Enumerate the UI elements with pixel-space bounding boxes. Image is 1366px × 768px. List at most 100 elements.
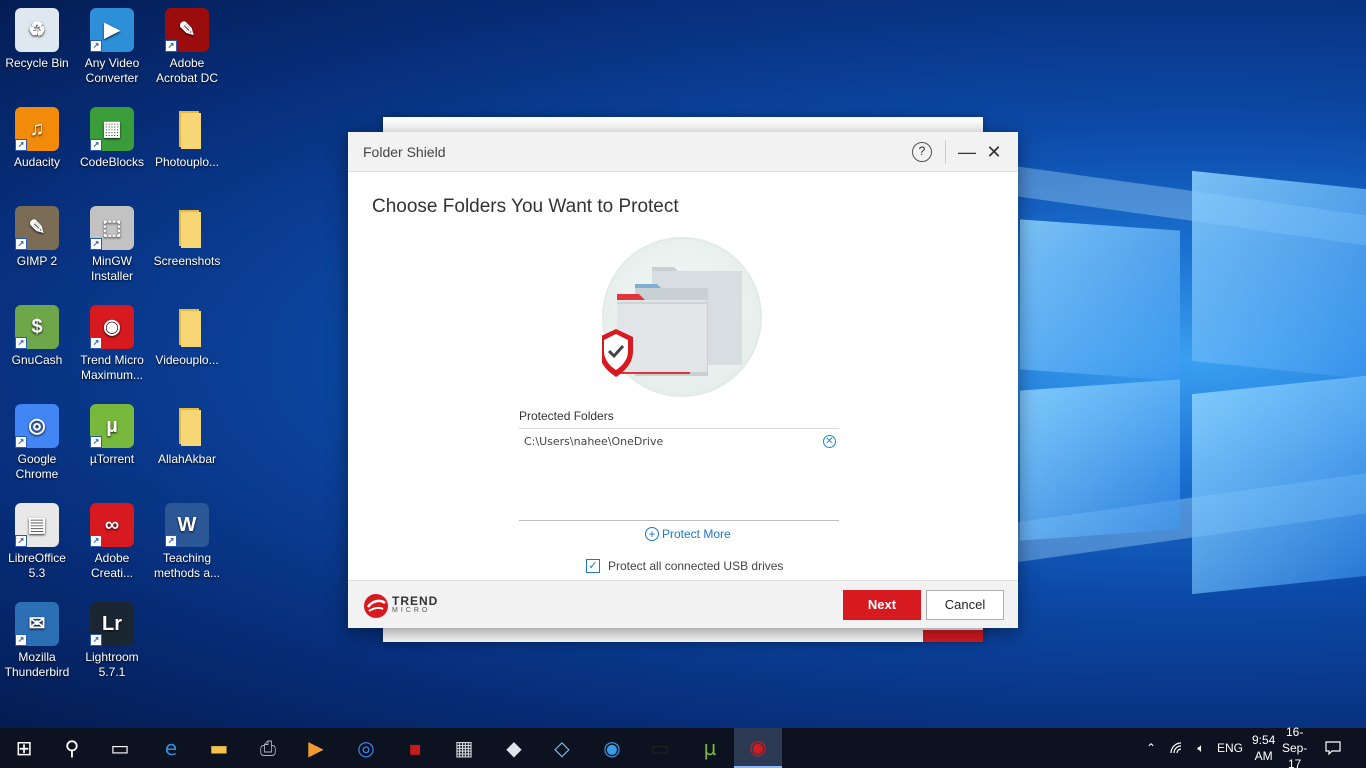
recycle-bin-icon: ♻ bbox=[15, 8, 59, 52]
any-video-converter-icon: ▶ ↗ bbox=[90, 8, 134, 52]
gimp-icon: ✎ ↗ bbox=[15, 206, 59, 250]
desktop-icon[interactable]: ◉ ↗ Trend Micro Maximum... bbox=[75, 305, 149, 383]
taskbar-task-view-button[interactable]: ▭ bbox=[96, 728, 144, 768]
next-button[interactable]: Next bbox=[843, 590, 921, 620]
taskbar-internet-app-button[interactable]: ◉ bbox=[588, 728, 636, 768]
task-view-icon: ▭ bbox=[110, 736, 130, 760]
desktop-icon-label: MinGW Installer bbox=[90, 254, 134, 283]
taskbar-paint-app-button[interactable]: ◆ bbox=[490, 728, 538, 768]
taskbar-chrome-button[interactable]: ◎ bbox=[342, 728, 390, 768]
desktop-icon-label: µTorrent bbox=[89, 452, 135, 466]
taskbar-calculator-button[interactable]: ▦ bbox=[440, 728, 488, 768]
help-icon[interactable]: ? bbox=[912, 142, 932, 162]
adobe-creative-cloud-icon: ∞ ↗ bbox=[90, 503, 134, 547]
trend-micro-logo-icon bbox=[364, 594, 388, 618]
clock[interactable]: 9:54 AM 16-Sep-17 bbox=[1250, 725, 1312, 768]
folder-icon bbox=[165, 107, 209, 151]
logo-text-trend: TREND bbox=[392, 594, 439, 608]
taskbar-notepad-app-button[interactable]: ◇ bbox=[538, 728, 586, 768]
desktop-icon[interactable]: ✎ ↗ GIMP 2 bbox=[0, 206, 74, 269]
desktop-icon-label: Videouplo... bbox=[155, 353, 219, 367]
desktop-icon-label: Adobe Acrobat DC bbox=[155, 56, 219, 85]
taskbar-file-explorer-button[interactable]: ▬ bbox=[195, 728, 243, 768]
desktop-icon[interactable]: ∞ ↗ Adobe Creati... bbox=[75, 503, 149, 581]
desktop-icon-label: LibreOffice 5.3 bbox=[8, 551, 66, 580]
paint-app-icon: ◆ bbox=[506, 736, 522, 760]
desktop-icon[interactable]: ♻ Recycle Bin bbox=[0, 8, 74, 71]
remove-folder-icon[interactable]: ✕ bbox=[823, 435, 836, 448]
wifi-icon[interactable] bbox=[1166, 728, 1188, 768]
taskbar-start-button[interactable]: ⊞ bbox=[0, 728, 48, 768]
word-document-icon: W ↗ bbox=[165, 503, 209, 547]
desktop-icon[interactable]: Screenshots bbox=[150, 206, 224, 269]
desktop-icon[interactable]: ♫ ↗ Audacity bbox=[0, 107, 74, 170]
shortcut-arrow-icon: ↗ bbox=[90, 40, 102, 52]
desktop-icon[interactable]: ▶ ↗ Any Video Converter bbox=[75, 8, 149, 86]
cancel-button[interactable]: Cancel bbox=[926, 590, 1004, 620]
file-explorer-icon: ▬ bbox=[209, 736, 229, 760]
desktop-icon[interactable]: $ ↗ GnuCash bbox=[0, 305, 74, 368]
codeblocks-icon: ▦ ↗ bbox=[90, 107, 134, 151]
taskbar-utorrent-button[interactable]: µ bbox=[686, 728, 734, 768]
clock-date: 16-Sep-17 bbox=[1281, 725, 1308, 768]
desktop-icon-label: Screenshots bbox=[153, 254, 221, 268]
desktop-icon[interactable]: ◎ ↗ Google Chrome bbox=[0, 404, 74, 482]
chrome-icon: ◎ bbox=[357, 736, 375, 760]
desktop-icon-label: Teaching methods a... bbox=[153, 551, 221, 580]
notification-icon[interactable] bbox=[1318, 728, 1348, 768]
taskbar-search-button[interactable]: ⚲ bbox=[48, 728, 96, 768]
close-button[interactable]: ✕ bbox=[984, 140, 1004, 164]
desktop-icon[interactable]: µ ↗ µTorrent bbox=[75, 404, 149, 467]
trend-micro-icon: ◉ bbox=[749, 735, 767, 759]
volume-icon[interactable]: 🔈︎ bbox=[1190, 728, 1212, 768]
taskbar-command-prompt-button[interactable]: ▭ bbox=[636, 728, 684, 768]
utorrent-icon: µ ↗ bbox=[90, 404, 134, 448]
chrome-icon: ◎ ↗ bbox=[15, 404, 59, 448]
dialog-title: Folder Shield bbox=[363, 144, 446, 160]
shortcut-arrow-icon: ↗ bbox=[165, 535, 177, 547]
shortcut-arrow-icon: ↗ bbox=[90, 634, 102, 646]
taskbar-edge-button[interactable]: e bbox=[147, 728, 195, 768]
trend-micro-icon: ◉ ↗ bbox=[90, 305, 134, 349]
calculator-icon: ▦ bbox=[454, 736, 474, 760]
media-player-icon: ▶ bbox=[308, 736, 324, 760]
project-app-icon: ▪ bbox=[408, 736, 422, 760]
protected-folders-label: Protected Folders bbox=[519, 409, 614, 423]
dialog-footer: TREND MICRO Next Cancel bbox=[348, 580, 1018, 628]
utorrent-icon: µ bbox=[703, 736, 717, 760]
desktop-icon[interactable]: Videouplo... bbox=[150, 305, 224, 368]
desktop-icon[interactable]: ✉ ↗ Mozilla Thunderbird bbox=[0, 602, 74, 680]
desktop-icon[interactable]: Lr ↗ Lightroom 5.7.1 bbox=[75, 602, 149, 680]
usb-checkbox[interactable]: ✓ bbox=[586, 559, 600, 573]
protect-more-label: Protect More bbox=[662, 527, 731, 541]
plus-circle-icon: + bbox=[645, 527, 659, 541]
desktop-icon-label: Trend Micro Maximum... bbox=[80, 353, 144, 382]
desktop-icon[interactable]: ✎ ↗ Adobe Acrobat DC bbox=[150, 8, 224, 86]
minimize-button[interactable]: — bbox=[957, 140, 977, 164]
folder-icon bbox=[165, 305, 209, 349]
shortcut-arrow-icon: ↗ bbox=[90, 436, 102, 448]
folder-icon bbox=[165, 404, 209, 448]
desktop-icon[interactable]: Photouplo... bbox=[150, 107, 224, 170]
desktop-icon[interactable]: ▦ ↗ CodeBlocks bbox=[75, 107, 149, 170]
desktop-icon[interactable]: ⬚ ↗ MinGW Installer bbox=[75, 206, 149, 284]
command-prompt-icon: ▭ bbox=[650, 736, 670, 760]
shortcut-arrow-icon: ↗ bbox=[90, 139, 102, 151]
libreoffice-icon: ▤ ↗ bbox=[15, 503, 59, 547]
taskbar-printer-app-button[interactable]: ⎙ bbox=[244, 728, 292, 768]
taskbar-media-player-button[interactable]: ▶ bbox=[292, 728, 340, 768]
gnucash-icon: $ ↗ bbox=[15, 305, 59, 349]
dialog-titlebar: Folder Shield ? — ✕ bbox=[348, 132, 1018, 172]
desktop-icon[interactable]: ▤ ↗ LibreOffice 5.3 bbox=[0, 503, 74, 581]
edge-icon: e bbox=[164, 736, 178, 760]
language-indicator[interactable]: ENG bbox=[1214, 728, 1246, 768]
notepad-app-icon: ◇ bbox=[554, 736, 570, 760]
taskbar-project-app-button[interactable]: ▪ bbox=[391, 728, 439, 768]
lightroom-icon: Lr ↗ bbox=[90, 602, 134, 646]
protect-more-link[interactable]: + Protect More bbox=[645, 527, 731, 541]
desktop-icon[interactable]: AllahAkbar bbox=[150, 404, 224, 467]
show-hidden-icons-button[interactable]: ⌃ bbox=[1140, 728, 1162, 768]
page-heading: Choose Folders You Want to Protect bbox=[372, 196, 679, 217]
taskbar-trend-micro-button[interactable]: ◉ bbox=[734, 728, 782, 768]
desktop-icon[interactable]: W ↗ Teaching methods a... bbox=[150, 503, 224, 581]
